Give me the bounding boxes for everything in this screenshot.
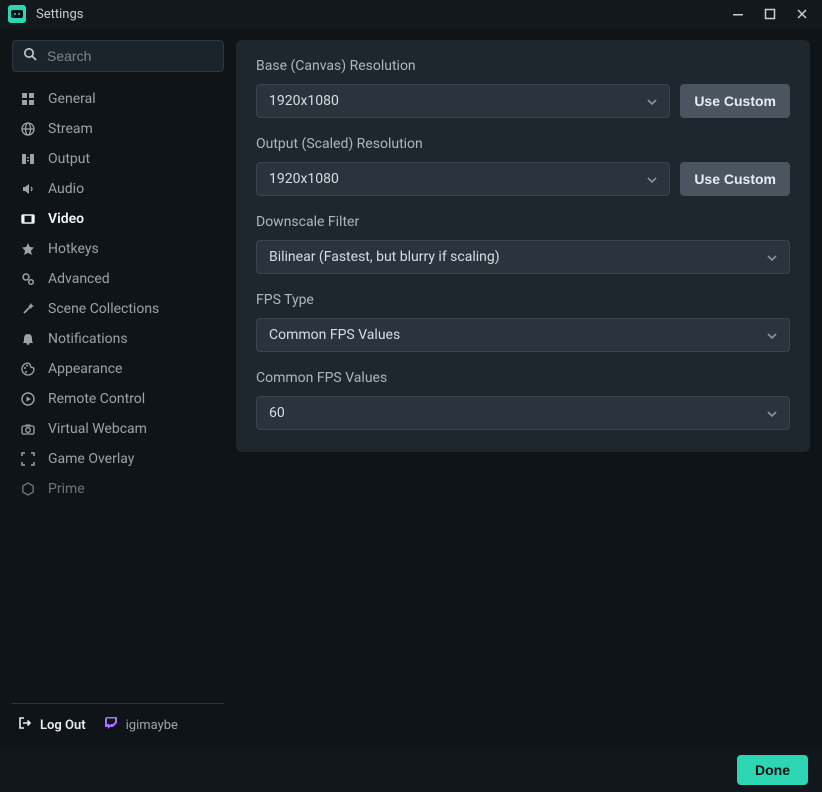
maximize-button[interactable] bbox=[754, 0, 786, 28]
label-base-resolution: Base (Canvas) Resolution bbox=[256, 58, 790, 74]
sidebar-item-advanced[interactable]: Advanced bbox=[12, 264, 224, 294]
camera-icon bbox=[18, 422, 38, 436]
select-base-resolution[interactable]: 1920x1080 bbox=[256, 84, 670, 118]
search-icon bbox=[23, 47, 37, 65]
sidebar-item-label: Scene Collections bbox=[48, 301, 159, 317]
sidebar-item-remote-control[interactable]: Remote Control bbox=[12, 384, 224, 414]
select-common-fps[interactable]: 60 bbox=[256, 396, 790, 430]
app-icon bbox=[8, 5, 26, 23]
logout-icon bbox=[18, 716, 32, 734]
sidebar-item-label: Hotkeys bbox=[48, 241, 99, 257]
chevron-down-icon bbox=[767, 405, 777, 421]
label-common-fps: Common FPS Values bbox=[256, 370, 790, 386]
speaker-icon bbox=[18, 182, 38, 196]
window-title: Settings bbox=[36, 7, 83, 22]
sidebar-item-label: Appearance bbox=[48, 361, 122, 377]
select-value: 1920x1080 bbox=[269, 93, 339, 109]
search-box[interactable] bbox=[12, 40, 224, 72]
logout-button[interactable]: Log Out bbox=[18, 716, 86, 734]
sidebar-item-label: Audio bbox=[48, 181, 84, 197]
close-button[interactable] bbox=[786, 0, 818, 28]
label-downscale-filter: Downscale Filter bbox=[256, 214, 790, 230]
star-icon bbox=[18, 242, 38, 256]
chevron-down-icon bbox=[647, 171, 657, 187]
gears-icon bbox=[18, 272, 38, 286]
sidebar-item-output[interactable]: Output bbox=[12, 144, 224, 174]
sidebar-item-label: Video bbox=[48, 211, 84, 227]
palette-icon bbox=[18, 362, 38, 376]
sidebar-item-label: Output bbox=[48, 151, 90, 167]
sidebar: General Stream Output Audio Video Hotkey… bbox=[0, 28, 236, 748]
output-icon bbox=[18, 152, 38, 166]
field-output-resolution: Output (Scaled) Resolution 1920x1080 Use… bbox=[256, 136, 790, 196]
search-input[interactable] bbox=[47, 48, 228, 64]
bottom-bar: Done bbox=[0, 748, 822, 792]
select-value: 1920x1080 bbox=[269, 171, 339, 187]
chevron-down-icon bbox=[767, 327, 777, 343]
use-custom-base-button[interactable]: Use Custom bbox=[680, 84, 790, 118]
sidebar-item-scene-collections[interactable]: Scene Collections bbox=[12, 294, 224, 324]
content: Base (Canvas) Resolution 1920x1080 Use C… bbox=[236, 28, 822, 748]
sidebar-item-label: Game Overlay bbox=[48, 451, 134, 467]
video-settings-panel: Base (Canvas) Resolution 1920x1080 Use C… bbox=[236, 40, 810, 452]
logout-label: Log Out bbox=[40, 718, 86, 733]
done-button[interactable]: Done bbox=[737, 755, 808, 785]
sidebar-nav: General Stream Output Audio Video Hotkey… bbox=[12, 84, 224, 703]
select-output-resolution[interactable]: 1920x1080 bbox=[256, 162, 670, 196]
magic-icon bbox=[18, 302, 38, 316]
sidebar-item-appearance[interactable]: Appearance bbox=[12, 354, 224, 384]
sidebar-item-audio[interactable]: Audio bbox=[12, 174, 224, 204]
sidebar-item-virtual-webcam[interactable]: Virtual Webcam bbox=[12, 414, 224, 444]
sidebar-item-video[interactable]: Video bbox=[12, 204, 224, 234]
field-common-fps: Common FPS Values 60 bbox=[256, 370, 790, 430]
film-icon bbox=[18, 212, 38, 226]
sidebar-item-label: Prime bbox=[48, 481, 85, 497]
chevron-down-icon bbox=[647, 93, 657, 109]
sidebar-item-label: Remote Control bbox=[48, 391, 145, 407]
username: igimaybe bbox=[126, 718, 178, 733]
grid-icon bbox=[18, 92, 38, 106]
minimize-button[interactable] bbox=[722, 0, 754, 28]
select-value: Bilinear (Fastest, but blurry if scaling… bbox=[269, 249, 500, 265]
bell-icon bbox=[18, 332, 38, 346]
expand-icon bbox=[18, 452, 38, 466]
label-fps-type: FPS Type bbox=[256, 292, 790, 308]
sidebar-item-notifications[interactable]: Notifications bbox=[12, 324, 224, 354]
sidebar-footer: Log Out igimaybe bbox=[12, 703, 224, 748]
sidebar-item-label: Stream bbox=[48, 121, 93, 137]
sidebar-item-hotkeys[interactable]: Hotkeys bbox=[12, 234, 224, 264]
field-fps-type: FPS Type Common FPS Values bbox=[256, 292, 790, 352]
select-downscale-filter[interactable]: Bilinear (Fastest, but blurry if scaling… bbox=[256, 240, 790, 274]
sidebar-item-label: Advanced bbox=[48, 271, 110, 287]
sidebar-item-prime[interactable]: Prime bbox=[12, 474, 224, 504]
use-custom-output-button[interactable]: Use Custom bbox=[680, 162, 790, 196]
sidebar-item-stream[interactable]: Stream bbox=[12, 114, 224, 144]
sidebar-item-general[interactable]: General bbox=[12, 84, 224, 114]
sidebar-item-game-overlay[interactable]: Game Overlay bbox=[12, 444, 224, 474]
select-fps-type[interactable]: Common FPS Values bbox=[256, 318, 790, 352]
label-output-resolution: Output (Scaled) Resolution bbox=[256, 136, 790, 152]
field-base-resolution: Base (Canvas) Resolution 1920x1080 Use C… bbox=[256, 58, 790, 118]
chevron-down-icon bbox=[767, 249, 777, 265]
titlebar: Settings bbox=[0, 0, 822, 28]
play-circle-icon bbox=[18, 392, 38, 406]
sidebar-item-label: General bbox=[48, 91, 96, 107]
select-value: 60 bbox=[269, 405, 285, 421]
hexagon-icon bbox=[18, 482, 38, 496]
user-chip[interactable]: igimaybe bbox=[104, 716, 178, 734]
sidebar-item-label: Virtual Webcam bbox=[48, 421, 147, 437]
globe-icon bbox=[18, 122, 38, 136]
field-downscale-filter: Downscale Filter Bilinear (Fastest, but … bbox=[256, 214, 790, 274]
twitch-icon bbox=[104, 716, 118, 734]
sidebar-item-label: Notifications bbox=[48, 331, 128, 347]
select-value: Common FPS Values bbox=[269, 327, 400, 343]
